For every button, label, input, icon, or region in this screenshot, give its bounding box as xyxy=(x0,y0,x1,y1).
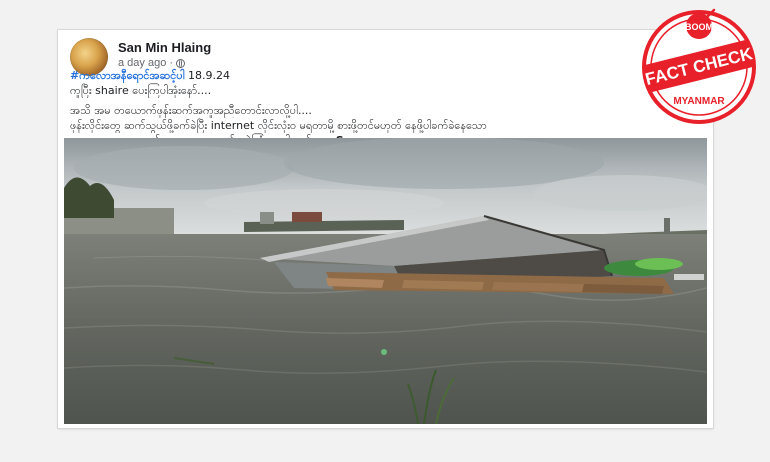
stamp-brand: BOOM xyxy=(685,22,713,32)
post-line-share: ကူပြီး shaire ပေးကြပါအုံးနော်.... xyxy=(70,84,212,97)
post-text: #ကလောအနီရောင်အဆင့်ပါ 18.9.24 ကူပြီး shai… xyxy=(70,68,710,148)
author-name[interactable]: San Min Hlaing xyxy=(118,40,211,55)
post-date-text: 18.9.24 xyxy=(188,69,231,82)
facebook-post-card: San Min Hlaing a day ago · #ကလောအနီရောင်… xyxy=(58,30,713,428)
post-line-3: ဖုန်းလိုင်းတွေ ဆက်သွယ်ဖို့ခက်ခဲပြီး inte… xyxy=(70,119,487,132)
stamp-region: MYANMAR xyxy=(673,96,725,107)
post-line-2: အသိ အမ တယောက်ဖုန်းဆက်အကူအညီတောင်းလာလို့ပ… xyxy=(70,104,312,117)
fact-check-stamp: BOOM FACT CHECK MYANMAR xyxy=(638,6,760,128)
globe-icon xyxy=(176,58,185,68)
hashtag-link[interactable]: #ကလောအနီရောင်အဆင့်ပါ xyxy=(70,69,185,82)
post-photo[interactable] xyxy=(64,138,707,424)
post-line-hashtag: #ကလောအနီရောင်အဆင့်ပါ 18.9.24 xyxy=(70,68,710,83)
post-header: San Min Hlaing a day ago · xyxy=(70,36,630,76)
